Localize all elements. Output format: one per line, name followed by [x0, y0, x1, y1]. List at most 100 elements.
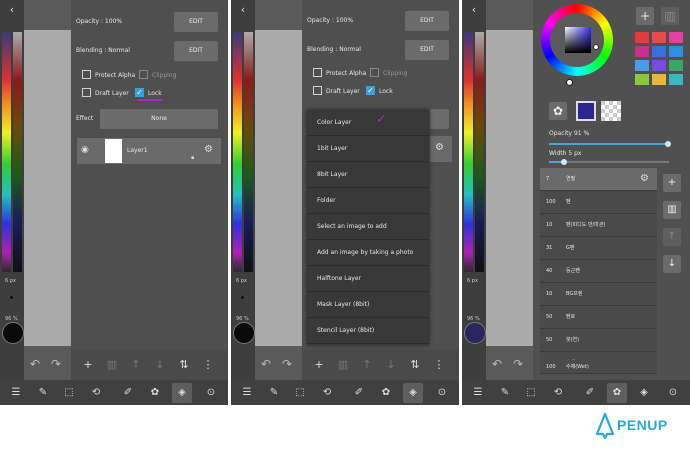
effect-button[interactable]: None [100, 109, 218, 129]
palette-swatch[interactable] [635, 60, 649, 71]
drawing-canvas[interactable] [24, 30, 71, 346]
brush-item[interactable]: 7 연필 ⚙ [540, 168, 657, 191]
brush-item[interactable]: 10 BG프렌 [540, 283, 657, 306]
palette-swatch[interactable] [669, 46, 683, 57]
hue-bar[interactable] [2, 32, 11, 272]
width-slider-knob[interactable] [561, 159, 567, 165]
brush-item[interactable]: 100 펜 [540, 191, 657, 214]
select-icon[interactable]: ⬚ [290, 383, 310, 403]
more-vertical-icon[interactable]: ⋮ [430, 354, 448, 376]
palette-menu-icon[interactable]: ✿ [549, 102, 567, 120]
menu-item-stencil-layer[interactable]: Stencil Layer (8bit) [307, 318, 429, 344]
shade-bar[interactable] [13, 32, 22, 272]
opacity-edit-button[interactable]: EDIT [174, 12, 218, 32]
menu-item-take-photo[interactable]: Add an image by taking a photo [307, 240, 429, 266]
add-layer-plus-icon[interactable]: + [310, 354, 328, 376]
palette-swatch[interactable] [669, 74, 683, 85]
back-icon[interactable]: ‹ [4, 3, 20, 17]
delete-layer-trash-icon[interactable]: ▥ [334, 354, 352, 376]
saturation-value-square[interactable] [565, 27, 591, 53]
layer-row[interactable]: ◉ Layer1 ⚙ ▪ [77, 138, 221, 164]
move-brush-up-icon[interactable]: ↑ [663, 228, 681, 246]
menu-item-color-layer[interactable]: Color Layer [307, 110, 429, 136]
hue-picker-handle[interactable] [566, 79, 573, 86]
transform-icon[interactable]: ⟲ [548, 383, 568, 403]
current-color-swatch[interactable] [2, 322, 24, 344]
brush-item[interactable]: 40 둥근펜 [540, 260, 657, 283]
hue-bar[interactable] [233, 32, 242, 272]
edit-icon[interactable]: ✎ [264, 383, 284, 403]
select-icon[interactable]: ⬚ [521, 383, 541, 403]
palette-swatch[interactable] [635, 74, 649, 85]
current-color-swatch[interactable] [233, 322, 255, 344]
undo-icon[interactable]: ↶ [258, 356, 274, 372]
add-layer-plus-icon[interactable]: + [79, 354, 97, 376]
palette-swatch[interactable] [652, 74, 666, 85]
more-circle-icon[interactable]: ⊙ [201, 383, 221, 403]
move-up-arrow-icon[interactable]: ↑ [358, 354, 376, 376]
delete-brush-trash-icon[interactable]: ▥ [663, 201, 681, 219]
add-palette-plus-icon[interactable]: + [636, 7, 654, 25]
shade-bar[interactable] [475, 32, 484, 272]
delete-layer-trash-icon[interactable]: ▥ [103, 354, 121, 376]
brush-settings-gear-icon[interactable]: ⚙ [640, 168, 649, 190]
undo-icon[interactable]: ↶ [489, 356, 505, 372]
palette-swatch[interactable] [635, 46, 649, 57]
swap-layers-icon[interactable]: ⇅ [175, 354, 193, 376]
menu-item-8bit-layer[interactable]: 8bit Layer [307, 162, 429, 188]
palette-icon[interactable]: ✿ [376, 383, 396, 403]
palette-swatch[interactable] [635, 32, 649, 43]
transparent-color-swatch[interactable] [601, 101, 621, 121]
main-color-swatch[interactable] [576, 101, 596, 121]
clipping-checkbox[interactable] [370, 68, 379, 77]
current-color-swatch[interactable] [464, 322, 486, 344]
palette-swatch[interactable] [652, 32, 666, 43]
menu-item-halftone-layer[interactable]: Halftone Layer [307, 266, 429, 292]
draft-layer-checkbox[interactable] [82, 88, 91, 97]
palette-swatch[interactable] [669, 60, 683, 71]
opacity-slider-knob[interactable] [665, 141, 671, 147]
palette-swatch[interactable] [652, 46, 666, 57]
protect-alpha-checkbox[interactable] [82, 70, 91, 79]
shade-bar[interactable] [244, 32, 253, 272]
layer-settings-gear-icon[interactable]: ⚙ [204, 144, 213, 155]
effect-button-partial[interactable] [430, 109, 449, 129]
more-vertical-icon[interactable]: ⋮ [199, 354, 217, 376]
select-icon[interactable]: ⬚ [59, 383, 79, 403]
move-up-arrow-icon[interactable]: ↑ [127, 354, 145, 376]
move-brush-down-icon[interactable]: ↓ [663, 255, 681, 273]
menu-icon[interactable]: ☰ [237, 383, 257, 403]
menu-icon[interactable]: ☰ [468, 383, 488, 403]
edit-icon[interactable]: ✎ [33, 383, 53, 403]
brush-item[interactable]: 100 수채(Wet) [540, 360, 657, 374]
lock-checkbox[interactable]: ✓ [366, 86, 375, 95]
clipping-checkbox[interactable] [139, 70, 148, 79]
back-icon[interactable]: ‹ [466, 3, 482, 17]
redo-icon[interactable]: ↷ [279, 356, 295, 372]
back-icon[interactable]: ‹ [235, 3, 251, 17]
add-brush-plus-icon[interactable]: + [663, 174, 681, 192]
protect-alpha-checkbox[interactable] [313, 68, 322, 77]
brush-item[interactable]: 50 붓(연) [540, 329, 657, 352]
menu-item-select-image[interactable]: Select an image to add [307, 214, 429, 240]
hue-bar[interactable] [464, 32, 473, 272]
menu-item-1bit-layer[interactable]: 1bit Layer [307, 136, 429, 162]
swap-layers-icon[interactable]: ⇅ [406, 354, 424, 376]
opacity-edit-button[interactable]: EDIT [405, 11, 449, 31]
layers-icon[interactable]: ◈ [634, 383, 654, 403]
layer-settings-gear-icon[interactable]: ⚙ [435, 142, 444, 153]
brush-icon[interactable]: ✐ [580, 383, 600, 403]
more-circle-icon[interactable]: ⊙ [432, 383, 452, 403]
drawing-canvas[interactable] [255, 30, 302, 346]
palette-icon[interactable]: ✿ [145, 383, 165, 403]
brush-icon[interactable]: ✐ [118, 383, 138, 403]
brush-item[interactable]: 10 펜(피디도 만/마관) [540, 214, 657, 237]
transform-icon[interactable]: ⟲ [86, 383, 106, 403]
redo-icon[interactable]: ↷ [510, 356, 526, 372]
color-wheel[interactable] [541, 4, 613, 76]
transform-icon[interactable]: ⟲ [317, 383, 337, 403]
layer-row-partial[interactable]: ⚙ [430, 136, 452, 162]
menu-item-mask-layer[interactable]: Mask Layer (8bit) [307, 292, 429, 318]
drawing-canvas[interactable] [486, 30, 533, 346]
menu-item-folder[interactable]: Folder [307, 188, 429, 214]
